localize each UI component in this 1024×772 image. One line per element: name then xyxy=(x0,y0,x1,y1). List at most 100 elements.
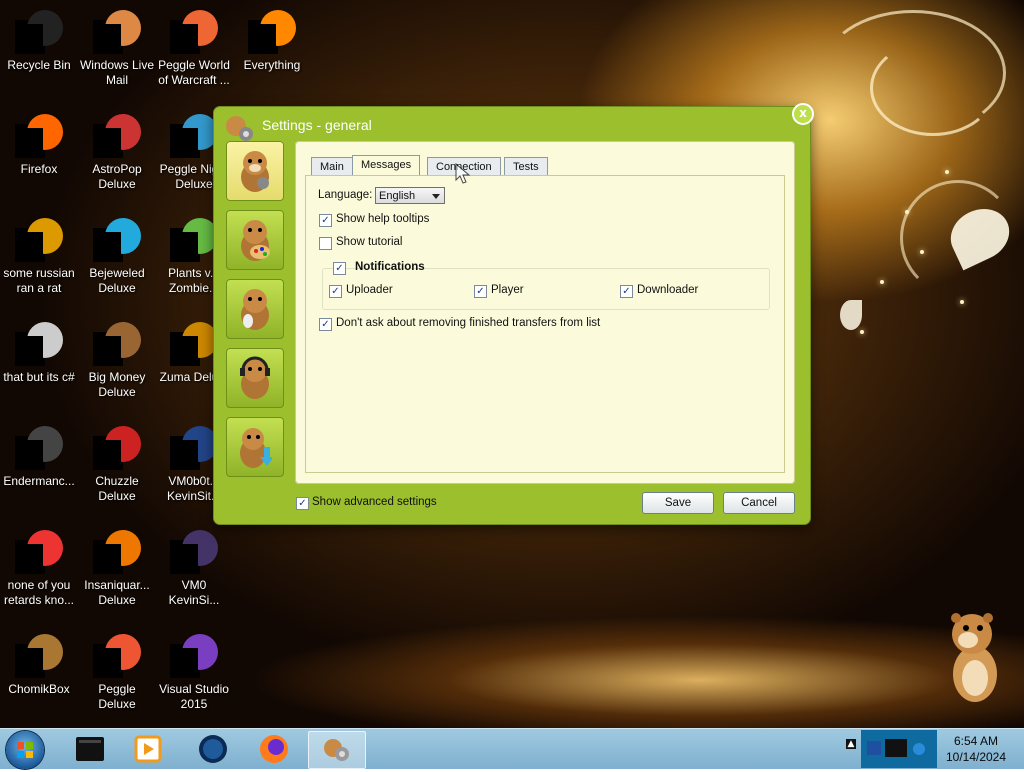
show-tutorial-checkbox[interactable] xyxy=(319,237,332,250)
clock-date: 10/14/2024 xyxy=(945,750,1007,764)
system-tray xyxy=(861,730,937,768)
uploader-checkbox[interactable]: ✓ xyxy=(329,285,342,298)
peggle-icon xyxy=(170,6,218,54)
dont-ask-removing-checkbox[interactable]: ✓ xyxy=(319,318,332,331)
taskbar-terminal[interactable] xyxy=(62,731,118,767)
desktop-icon-label: AstroPop Deluxe xyxy=(92,162,142,191)
mouse-cursor-icon xyxy=(455,163,471,184)
hamster-mascot xyxy=(942,606,1008,706)
save-button[interactable]: Save xyxy=(642,492,714,514)
desktop-icon-label: Visual Studio 2015 xyxy=(159,682,229,711)
desktop-icon[interactable]: Peggle Deluxe xyxy=(78,630,156,712)
show-advanced-label: Show advanced settings xyxy=(312,496,437,508)
windows-logo-icon xyxy=(17,742,33,758)
desktop-icon[interactable]: Everything xyxy=(233,6,311,73)
desktop-icon[interactable]: Chuzzle Deluxe xyxy=(78,422,156,504)
desktop-icon-label: Firefox xyxy=(20,162,58,176)
desktop-icon-label: Endermanc... xyxy=(3,474,75,488)
tray-expand-icon[interactable]: ▲ xyxy=(846,739,856,749)
show-help-tooltips-label: Show help tooltips xyxy=(336,213,430,225)
taskbar: ▲ 6:54 AM 10/14/2024 xyxy=(0,728,1024,769)
cancel-button[interactable]: Cancel xyxy=(723,492,795,514)
taskbar-media-player[interactable] xyxy=(120,731,176,767)
hamster-icon xyxy=(15,630,63,678)
side-button-messages[interactable] xyxy=(226,279,284,339)
money-icon xyxy=(93,318,141,366)
clock[interactable]: 6:54 AM 10/14/2024 xyxy=(936,733,1016,765)
desktop-icon-label: Bejeweled Deluxe xyxy=(89,266,145,295)
wallpaper-dot xyxy=(960,300,964,304)
desktop-icon[interactable]: VM0 KevinSi... xyxy=(155,526,233,608)
app-icon xyxy=(224,114,254,142)
hamster-palette-icon xyxy=(241,220,270,261)
player-checkbox[interactable]: ✓ xyxy=(474,285,487,298)
desktop-icon[interactable]: Endermanc... xyxy=(0,422,78,489)
show-advanced-checkbox[interactable]: ✓ xyxy=(296,497,309,510)
language-value: English xyxy=(379,190,416,202)
dialog-title: Settings - general xyxy=(262,117,372,133)
desktop-icon[interactable]: Windows Live Mail xyxy=(78,6,156,88)
language-label: Language: xyxy=(318,189,373,201)
desktop-icon-label: Windows Live Mail xyxy=(79,58,155,87)
notifications-checkbox[interactable]: ✓ xyxy=(333,262,346,275)
side-button-appearance[interactable] xyxy=(226,210,284,270)
hamster-mouse-icon xyxy=(241,289,269,330)
side-button-downloads[interactable] xyxy=(226,417,284,477)
desktop-icon[interactable]: Insaniquar... Deluxe xyxy=(78,526,156,608)
desktop-icon-label: some russian ran a rat xyxy=(3,266,75,295)
desktop-icon[interactable]: that but its c# xyxy=(0,318,78,385)
desktop-icon[interactable]: Bejeweled Deluxe xyxy=(78,214,156,296)
desktop-icon-label: Peggle World of Warcraft ... xyxy=(158,58,230,87)
downloader-checkbox[interactable]: ✓ xyxy=(620,285,633,298)
show-help-tooltips-checkbox[interactable]: ✓ xyxy=(319,214,332,227)
tab-main[interactable]: Main xyxy=(311,157,353,176)
downloader-label: Downloader xyxy=(637,284,699,296)
vm-icon xyxy=(170,526,218,574)
settings-app-icon xyxy=(324,739,349,761)
chevron-down-icon xyxy=(432,194,440,199)
start-button[interactable] xyxy=(6,731,44,769)
taskbar-settings-app[interactable] xyxy=(308,731,366,769)
desktop-icon[interactable]: Recycle Bin xyxy=(0,6,78,73)
desktop-icon-label: Peggle Deluxe xyxy=(98,682,136,711)
fish-icon xyxy=(93,526,141,574)
language-select[interactable]: English xyxy=(375,187,445,204)
wallpaper-dot xyxy=(905,210,909,214)
desktop-icon-label: Big Money Deluxe xyxy=(88,370,146,399)
desktop-icon-label: none of you retards kno... xyxy=(3,578,75,607)
side-button-general[interactable] xyxy=(226,141,284,201)
wallpaper-dot xyxy=(920,250,924,254)
desktop-icon[interactable]: ChomikBox xyxy=(0,630,78,697)
shortcut-icon xyxy=(15,318,63,366)
clock-time: 6:54 AM xyxy=(953,734,999,748)
desktop-icon[interactable]: Big Money Deluxe xyxy=(78,318,156,400)
desktop-icon[interactable]: none of you retards kno... xyxy=(0,526,78,608)
peggle-icon xyxy=(170,110,218,158)
desktop-icon[interactable]: Firefox xyxy=(0,110,78,177)
firefox-icon xyxy=(15,110,63,158)
desktop-icon[interactable]: Visual Studio 2015 xyxy=(155,630,233,712)
desktop-icon-label: ChomikBox xyxy=(8,682,70,696)
wallpaper-dot xyxy=(945,170,949,174)
tab-tests[interactable]: Tests xyxy=(504,157,548,176)
wallpaper-swirl xyxy=(870,40,996,136)
hamster-headphones-icon xyxy=(240,356,270,399)
side-button-player[interactable] xyxy=(226,348,284,408)
tab-messages[interactable]: Messages xyxy=(352,155,421,177)
plants-icon xyxy=(170,214,218,262)
taskbar-globe[interactable] xyxy=(185,731,241,767)
vm-icon xyxy=(170,422,218,470)
desktop-icon-label: Chuzzle Deluxe xyxy=(95,474,139,503)
tray-icons xyxy=(867,739,925,757)
wallpaper-dot xyxy=(860,330,864,334)
globe-icon xyxy=(199,735,227,763)
uploader-label: Uploader xyxy=(346,284,393,296)
desktop-icon-label: Insaniquar... Deluxe xyxy=(84,578,150,607)
close-button[interactable]: x xyxy=(792,103,814,125)
dont-ask-removing-label: Don't ask about removing finished transf… xyxy=(336,317,601,329)
desktop-icon[interactable]: Peggle World of Warcraft ... xyxy=(155,6,233,88)
desktop-icon[interactable]: AstroPop Deluxe xyxy=(78,110,156,192)
zuma-icon xyxy=(170,318,218,366)
desktop-icon[interactable]: some russian ran a rat xyxy=(0,214,78,296)
taskbar-firefox[interactable] xyxy=(246,731,302,767)
